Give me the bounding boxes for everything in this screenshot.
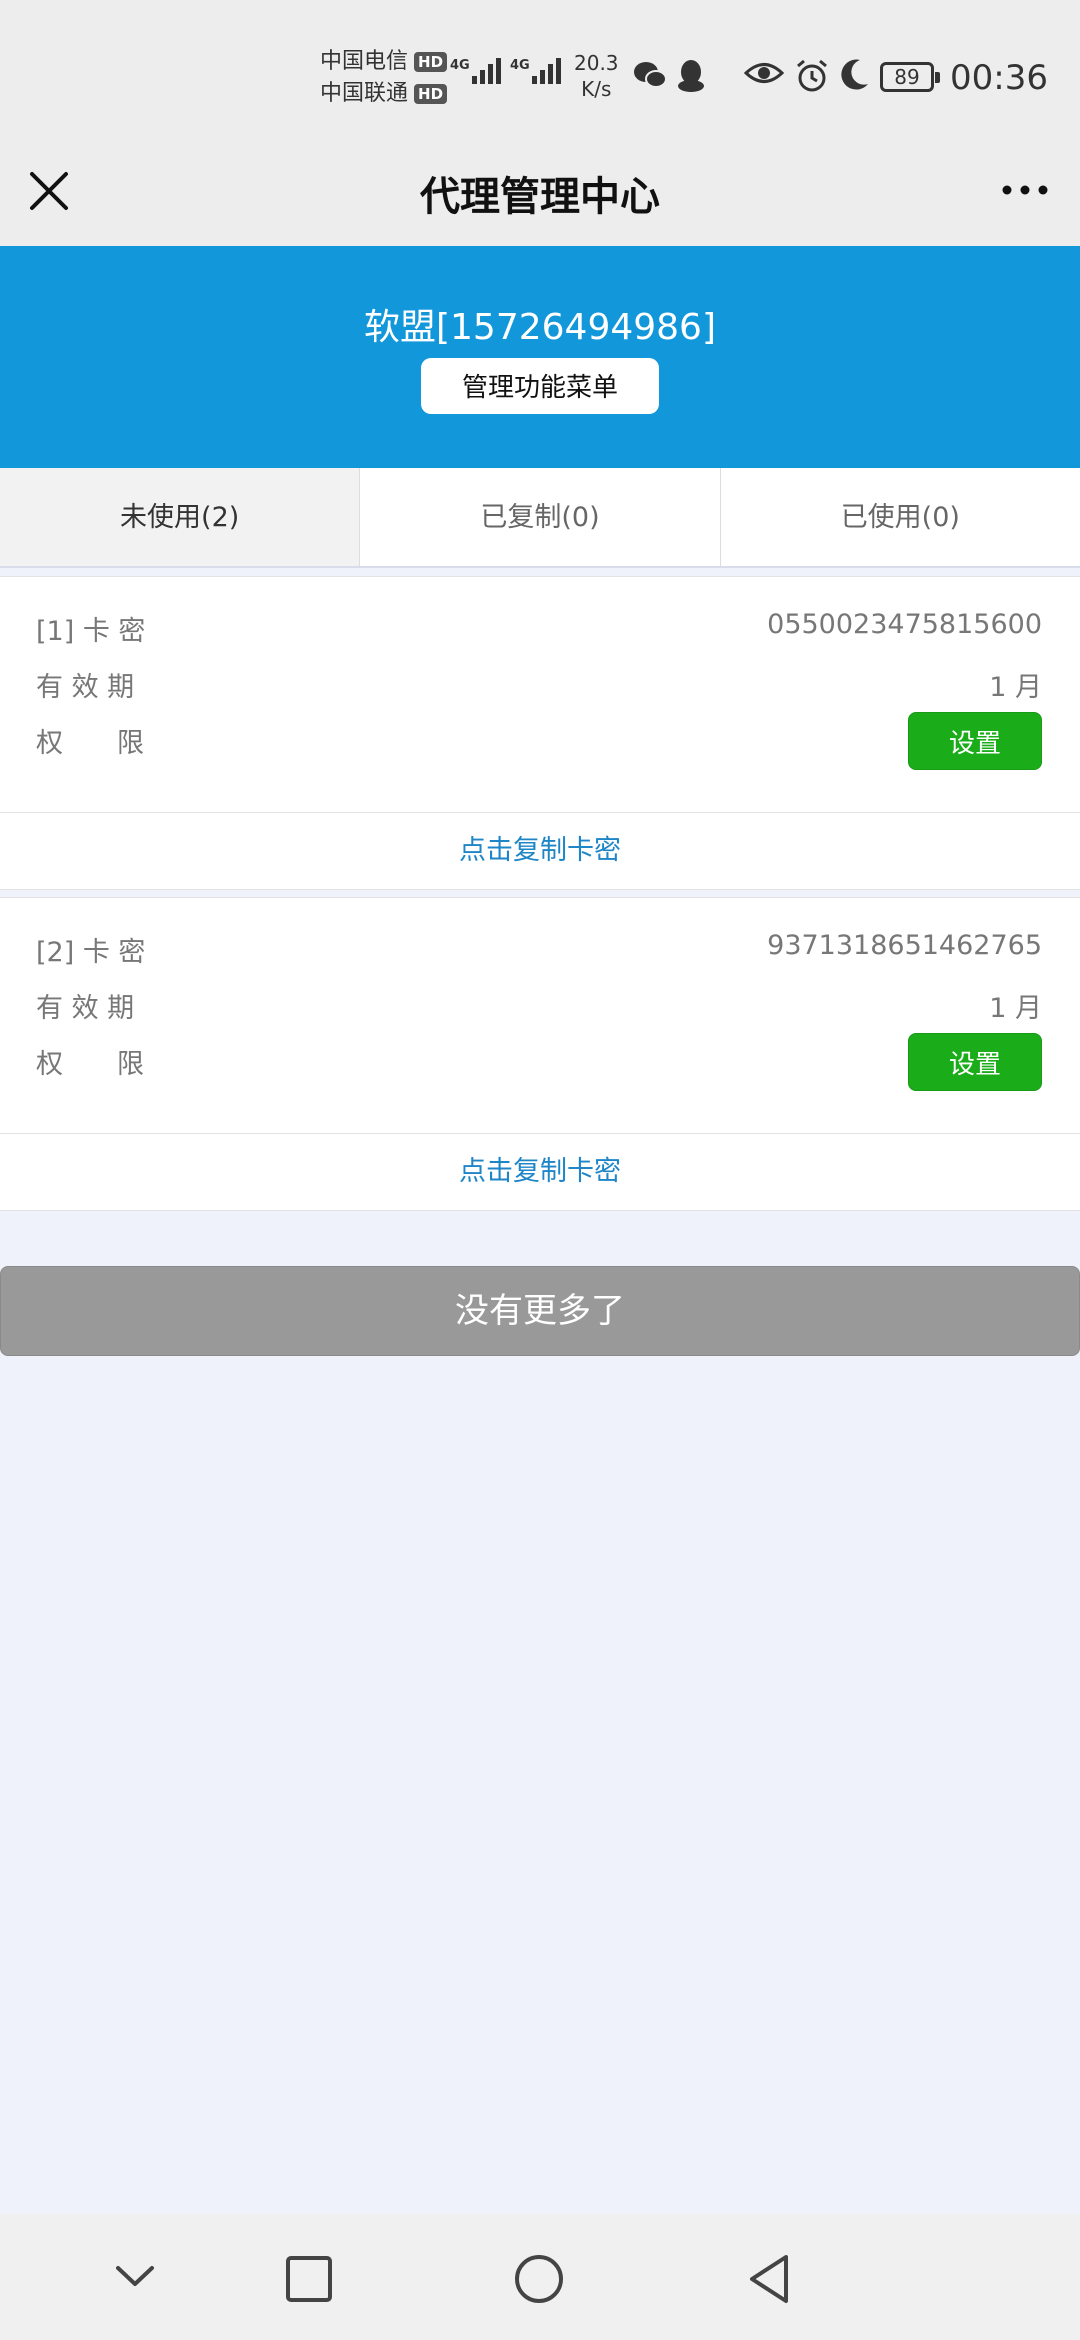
copy-key-link[interactable]: 点击复制卡密 (0, 813, 1080, 889)
nav-bar: 代理管理中心 (0, 150, 1080, 246)
recent-apps-icon[interactable] (284, 2254, 334, 2304)
card-key: 9371318651462765 (767, 930, 1042, 961)
card-details: [2] 卡 密 9371318651462765 有 效 期 1 月 权 限 设… (0, 898, 1080, 1134)
back-icon[interactable] (744, 2252, 794, 2306)
account-header: 软盟[15726494986] 管理功能菜单 (0, 246, 1080, 468)
clock: 00:36 (950, 58, 1048, 98)
card-details: [1] 卡 密 0550023475815600 有 效 期 1 月 权 限 设… (0, 577, 1080, 813)
speed-value: 20.3 (574, 51, 619, 75)
tab-used[interactable]: 已使用(0) (721, 468, 1080, 566)
more-icon[interactable] (1000, 180, 1050, 200)
card-item: [2] 卡 密 9371318651462765 有 效 期 1 月 权 限 设… (0, 897, 1080, 1211)
status-bar: 中国电信 HD 中国联通 HD 4G 4G 20.3 K/s 89 00:36 (0, 0, 1080, 150)
chevron-down-icon[interactable] (110, 2256, 160, 2296)
battery-icon: 89 (880, 62, 940, 92)
net-type: 4G (450, 58, 470, 73)
account-name: 软盟[15726494986] (363, 307, 717, 348)
hd-badge: HD (414, 52, 448, 72)
set-button[interactable]: 设置 (908, 712, 1042, 770)
validity-label: 有 效 期 (36, 672, 135, 703)
wechat-icon (634, 62, 667, 88)
tab-bar: 未使用(2) 已复制(0) 已使用(0) (0, 468, 1080, 568)
validity-value: 1 月 (989, 993, 1042, 1024)
permission-label: 权 限 (36, 728, 144, 759)
permission-label: 权 限 (36, 1049, 144, 1080)
alarm-icon (797, 59, 827, 92)
qq-icon (678, 60, 704, 92)
system-nav-bar (0, 2214, 1080, 2340)
moon-icon (841, 59, 868, 90)
card-key: 0550023475815600 (767, 609, 1042, 640)
set-button[interactable]: 设置 (908, 1033, 1042, 1091)
validity-value: 1 月 (989, 672, 1042, 703)
card-item: [1] 卡 密 0550023475815600 有 效 期 1 月 权 限 设… (0, 576, 1080, 890)
carrier-1: 中国电信 (320, 49, 409, 74)
key-label: [2] 卡 密 (36, 937, 146, 968)
net-type: 4G (510, 58, 530, 73)
tab-unused[interactable]: 未使用(2) (0, 468, 361, 566)
tab-copied[interactable]: 已复制(0) (360, 468, 721, 566)
signal-icon: 4G (450, 58, 504, 84)
signal-icon: 4G (510, 58, 564, 84)
hd-badge: HD (414, 84, 448, 104)
validity-label: 有 效 期 (36, 993, 135, 1024)
carrier-2: 中国联通 (320, 81, 409, 106)
network-speed: 20.3 K/s (574, 50, 619, 102)
carrier-info: 中国电信 HD 中国联通 HD (320, 46, 448, 110)
copy-key-link[interactable]: 点击复制卡密 (0, 1134, 1080, 1210)
speed-unit: K/s (581, 77, 612, 101)
manage-menu-button[interactable]: 管理功能菜单 (421, 358, 659, 414)
page-title: 代理管理中心 (420, 174, 660, 220)
no-more-bar: 没有更多了 (0, 1266, 1080, 1356)
home-icon[interactable] (512, 2252, 566, 2306)
eye-icon (744, 63, 784, 83)
key-label: [1] 卡 密 (36, 616, 146, 647)
